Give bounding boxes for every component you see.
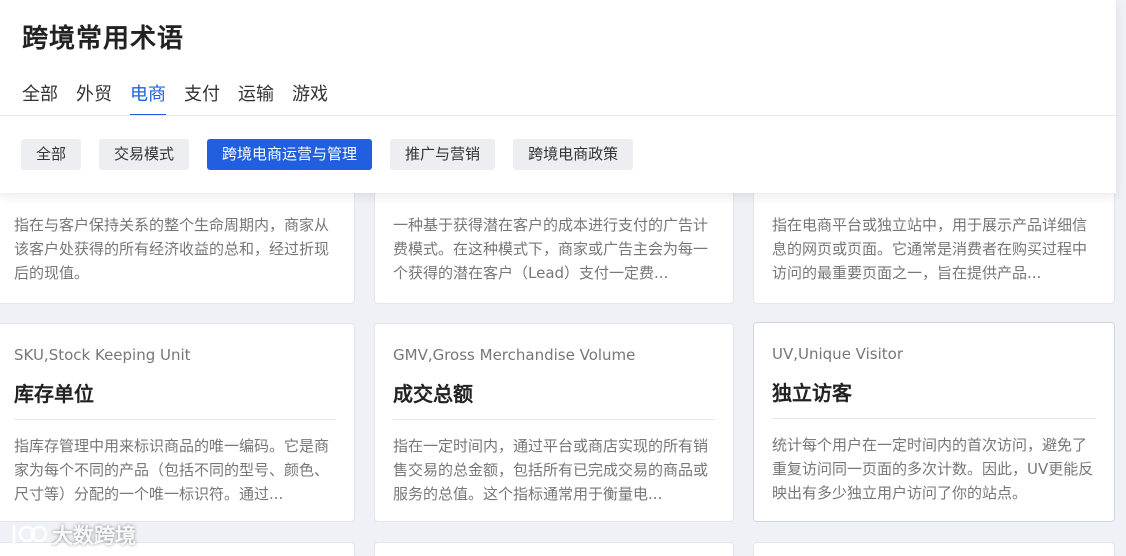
header-divider [0, 115, 1116, 116]
chip-policy[interactable]: 跨境电商政策 [513, 139, 634, 170]
term-abbreviation: GMV,Gross Merchandise Volume [393, 346, 636, 364]
tab-foreign-trade[interactable]: 外贸 [76, 80, 112, 116]
term-abbreviation: UV,Unique Visitor [772, 345, 903, 363]
term-description: 一种基于获得潜在客户的成本进行支付的广告计费模式。在这种模式下，商家或广告主会为… [393, 216, 709, 282]
tab-ecommerce[interactable]: 电商 [130, 80, 166, 116]
category-tabs: 全部 外贸 电商 支付 运输 游戏 [22, 80, 346, 116]
chip-all[interactable]: 全部 [21, 139, 82, 170]
subcategory-chips: 全部 交易模式 跨境电商运营与管理 推广与营销 跨境电商政策 [21, 139, 651, 170]
card-divider [14, 419, 336, 420]
term-abbreviation: SKU,Stock Keeping Unit [14, 346, 191, 364]
watermark-logo: 大数跨境 [8, 520, 136, 550]
tab-payment[interactable]: 支付 [184, 80, 220, 116]
tab-all[interactable]: 全部 [22, 80, 58, 116]
chip-operations[interactable]: 跨境电商运营与管理 [207, 139, 373, 170]
term-description: 指在与客户保持关系的整个生命周期内，商家从该客户处获得的所有经济收益的总和，经过… [14, 216, 330, 282]
term-card[interactable]: GMV,Gross Merchandise Volume 成交总额 指在一定时间… [374, 323, 734, 522]
term-description: 统计每个用户在一定时间内的首次访问，避免了重复访问同一页面的多次计数。因此，UV… [772, 436, 1094, 502]
watermark-logo-icon [12, 525, 48, 543]
chip-marketing[interactable]: 推广与营销 [390, 139, 496, 170]
term-name: 成交总额 [393, 382, 473, 406]
chip-trade-mode[interactable]: 交易模式 [99, 139, 190, 170]
term-description: 指库存管理中用来标识商品的唯一编码。它是商家为每个不同的产品（包括不同的型号、颜… [14, 437, 330, 503]
watermark-text: 大数跨境 [52, 524, 136, 548]
page-title: 跨境常用术语 [22, 24, 185, 54]
term-card[interactable] [753, 542, 1115, 556]
term-card[interactable] [374, 542, 734, 556]
tab-games[interactable]: 游戏 [292, 80, 328, 116]
header-panel: 跨境常用术语 全部 外贸 电商 支付 运输 游戏 全部 交易模式 跨境电商运营与… [0, 0, 1116, 193]
term-description: 指在一定时间内，通过平台或商店实现的所有销售交易的总金额，包括所有已完成交易的商… [393, 437, 709, 503]
tab-shipping[interactable]: 运输 [238, 80, 274, 116]
term-name: 独立访客 [772, 381, 852, 405]
term-card[interactable]: UV,Unique Visitor 独立访客 统计每个用户在一定时间内的首次访问… [753, 322, 1115, 522]
term-description: 指在电商平台或独立站中，用于展示产品详细信息的网页或页面。它通常是消费者在购买过… [772, 216, 1088, 282]
term-name: 库存单位 [14, 382, 94, 406]
term-card[interactable]: SKU,Stock Keeping Unit 库存单位 指库存管理中用来标识商品… [0, 323, 355, 522]
card-divider [393, 419, 715, 420]
card-divider [772, 418, 1096, 419]
